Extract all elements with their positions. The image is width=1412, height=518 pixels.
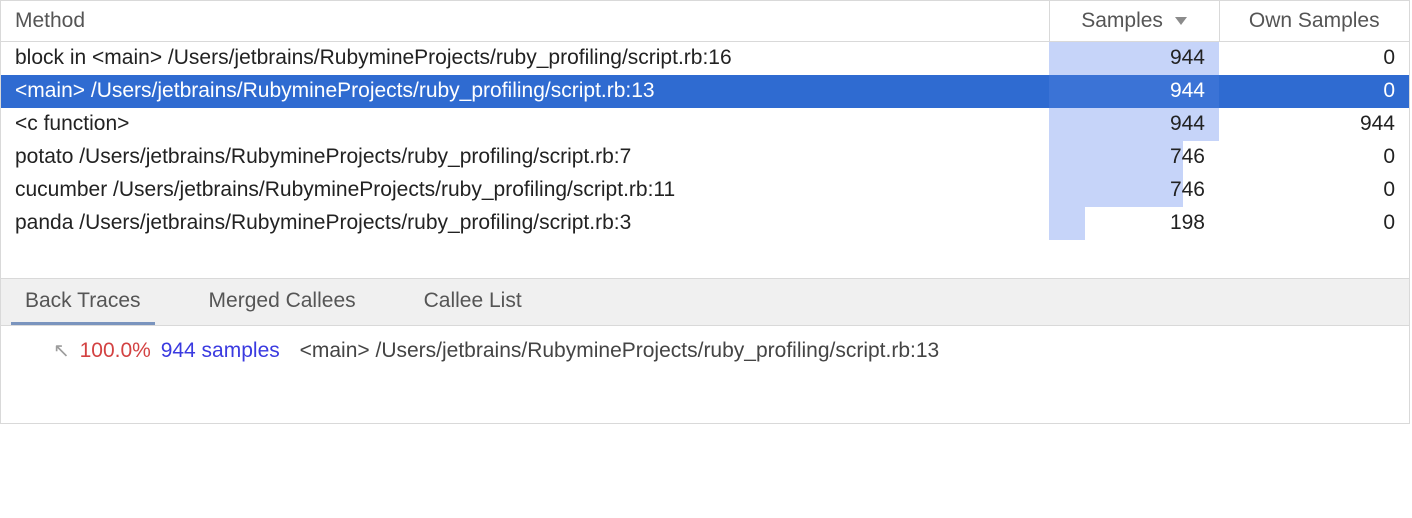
samples-cell: 944: [1049, 108, 1219, 141]
arrow-up-left-icon: ↖: [53, 340, 70, 362]
method-cell: <c function>: [1, 108, 1049, 141]
samples-value: 746: [1170, 145, 1205, 168]
back-trace-row[interactable]: ↖ 100.0% 944 samples <main> /Users/jetbr…: [1, 326, 1409, 423]
method-cell: <main> /Users/jetbrains/RubymineProjects…: [1, 75, 1049, 108]
trace-percent: 100.0%: [80, 339, 151, 362]
samples-value: 944: [1170, 79, 1205, 102]
column-own-samples-label: Own Samples: [1249, 9, 1380, 32]
samples-cell: 746: [1049, 141, 1219, 174]
trace-samples: 944 samples: [161, 339, 280, 362]
trace-tabs-bar: Back Traces Merged Callees Callee List: [1, 278, 1409, 326]
column-samples[interactable]: Samples: [1049, 1, 1219, 42]
tab-back-traces[interactable]: Back Traces: [11, 279, 155, 325]
spacer-row: [1, 240, 1409, 278]
samples-value: 944: [1170, 112, 1205, 135]
table-header-row: Method Samples Own Samples: [1, 1, 1409, 42]
method-table: Method Samples Own Samples block in <mai…: [1, 1, 1409, 278]
own-samples-cell: 0: [1219, 75, 1409, 108]
profiler-panel: Method Samples Own Samples block in <mai…: [0, 0, 1410, 424]
sort-descending-icon: [1175, 17, 1187, 25]
own-samples-cell: 0: [1219, 42, 1409, 75]
samples-value: 746: [1170, 178, 1205, 201]
samples-value: 198: [1170, 211, 1205, 234]
table-row[interactable]: cucumber /Users/jetbrains/RubymineProjec…: [1, 174, 1409, 207]
samples-cell: 746: [1049, 174, 1219, 207]
tab-callee-list[interactable]: Callee List: [410, 279, 536, 325]
method-cell: cucumber /Users/jetbrains/RubymineProjec…: [1, 174, 1049, 207]
own-samples-cell: 0: [1219, 174, 1409, 207]
samples-cell: 198: [1049, 207, 1219, 240]
tab-merged-callees[interactable]: Merged Callees: [195, 279, 370, 325]
column-own-samples[interactable]: Own Samples: [1219, 1, 1409, 42]
column-samples-label: Samples: [1081, 9, 1163, 32]
column-method-label: Method: [15, 9, 85, 32]
table-row[interactable]: panda /Users/jetbrains/RubymineProjects/…: [1, 207, 1409, 240]
samples-value: 944: [1170, 46, 1205, 69]
samples-cell: 944: [1049, 42, 1219, 75]
table-row[interactable]: potato /Users/jetbrains/RubymineProjects…: [1, 141, 1409, 174]
own-samples-cell: 944: [1219, 108, 1409, 141]
samples-cell: 944: [1049, 75, 1219, 108]
method-cell: potato /Users/jetbrains/RubymineProjects…: [1, 141, 1049, 174]
method-cell: panda /Users/jetbrains/RubymineProjects/…: [1, 207, 1049, 240]
table-row[interactable]: block in <main> /Users/jetbrains/Rubymin…: [1, 42, 1409, 75]
table-row[interactable]: <c function> 944 944: [1, 108, 1409, 141]
table-row[interactable]: <main> /Users/jetbrains/RubymineProjects…: [1, 75, 1409, 108]
column-method[interactable]: Method: [1, 1, 1049, 42]
own-samples-cell: 0: [1219, 207, 1409, 240]
own-samples-cell: 0: [1219, 141, 1409, 174]
trace-method: <main> /Users/jetbrains/RubymineProjects…: [300, 339, 940, 362]
method-cell: block in <main> /Users/jetbrains/Rubymin…: [1, 42, 1049, 75]
